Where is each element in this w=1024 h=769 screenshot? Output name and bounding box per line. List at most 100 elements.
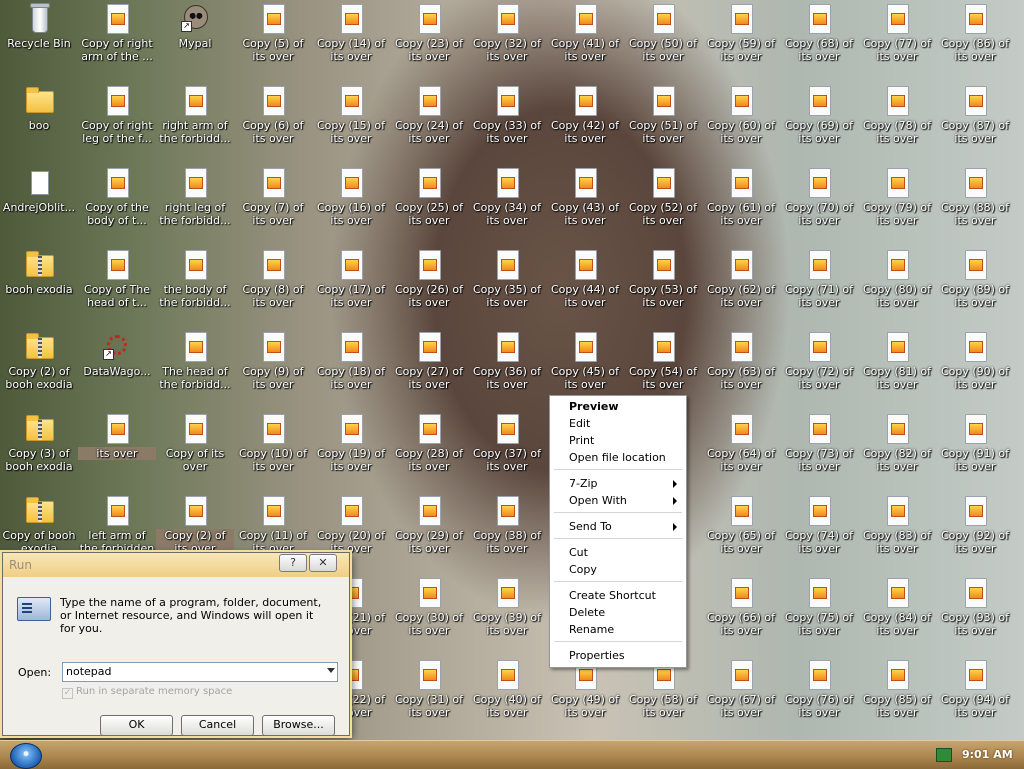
desktop-icon-copy[interactable]: Copy (40) of its over [468, 658, 546, 738]
desktop-icon-copy[interactable]: Copy (18) of its over [312, 330, 390, 410]
desktop-icon-copy[interactable]: Copy (67) of its over [702, 658, 780, 738]
desktop-icon-copy[interactable]: Copy (81) of its over [858, 330, 936, 410]
desktop-icon-copy[interactable]: Copy (49) of its over [546, 658, 624, 738]
desktop-icon-copy[interactable]: Copy (26) of its over [390, 248, 468, 328]
desktop-icon-copy[interactable]: Copy (30) of its over [390, 576, 468, 656]
desktop-icon-copy[interactable]: Copy (32) of its over [468, 2, 546, 82]
desktop-icon-the-body[interactable]: the body of the forbidd... [156, 248, 234, 328]
desktop-icon-copy[interactable]: Copy (50) of its over [624, 2, 702, 82]
desktop-icon-copy-its-over[interactable]: Copy of its over [156, 412, 234, 492]
desktop-icon-copy[interactable]: Copy (33) of its over [468, 84, 546, 164]
desktop-icon-datawago[interactable]: ↗ DataWago... [78, 330, 156, 410]
desktop-icon-copy-right-leg[interactable]: Copy of right leg of the f... [78, 84, 156, 164]
ok-button[interactable]: OK [100, 715, 173, 736]
menu-item-delete[interactable]: Delete [551, 604, 683, 621]
desktop-icon-copy[interactable]: Copy (28) of its over [390, 412, 468, 492]
desktop-icon-copy[interactable]: Copy (84) of its over [858, 576, 936, 656]
chevron-down-icon[interactable] [327, 668, 335, 673]
desktop-icon-copy[interactable]: Copy (42) of its over [546, 84, 624, 164]
desktop-icon-copy[interactable]: Copy (80) of its over [858, 248, 936, 328]
desktop-icon-its-over[interactable]: its over [78, 412, 156, 492]
menu-item-create-shortcut[interactable]: Create Shortcut [551, 587, 683, 604]
menu-item-7zip[interactable]: 7-Zip [551, 475, 683, 492]
desktop-icon-copy[interactable]: Copy (90) of its over [936, 330, 1014, 410]
desktop-icon-copy[interactable]: Copy (94) of its over [936, 658, 1014, 738]
desktop-icon-copy[interactable]: Copy (29) of its over [390, 494, 468, 574]
desktop-icon-copy[interactable]: Copy (59) of its over [702, 2, 780, 82]
desktop-icon-copy[interactable]: Copy (93) of its over [936, 576, 1014, 656]
desktop-icon-copy[interactable]: Copy (91) of its over [936, 412, 1014, 492]
desktop-icon-copy[interactable]: Copy (75) of its over [780, 576, 858, 656]
desktop-icon-copy-3-booh-exodia[interactable]: Copy (3) of booh exodia [0, 412, 78, 492]
desktop-icon-copy[interactable]: Copy (83) of its over [858, 494, 936, 574]
desktop-icon-copy[interactable]: Copy (16) of its over [312, 166, 390, 246]
desktop-icon-copy[interactable]: Copy (23) of its over [390, 2, 468, 82]
desktop-icon-copy[interactable]: Copy (71) of its over [780, 248, 858, 328]
menu-item-copy[interactable]: Copy [551, 561, 683, 578]
desktop-icon-andrejoblit[interactable]: AndrejOblit... [0, 166, 78, 246]
desktop-icon-copy[interactable]: Copy (43) of its over [546, 166, 624, 246]
desktop-icon-copy[interactable]: Copy (39) of its over [468, 576, 546, 656]
desktop-icon-copy[interactable]: Copy (86) of its over [936, 2, 1014, 82]
desktop-icon-copy[interactable]: Copy (7) of its over [234, 166, 312, 246]
desktop-icon-copy[interactable]: Copy (73) of its over [780, 412, 858, 492]
desktop-icon-copy[interactable]: Copy (76) of its over [780, 658, 858, 738]
desktop-icon-copy[interactable]: Copy (36) of its over [468, 330, 546, 410]
network-icon[interactable] [936, 748, 952, 762]
desktop-icon-booh-exodia[interactable]: booh exodia [0, 248, 78, 328]
desktop-icon-copy[interactable]: Copy (38) of its over [468, 494, 546, 574]
menu-item-print[interactable]: Print [551, 432, 683, 449]
desktop-icon-copy[interactable]: Copy (77) of its over [858, 2, 936, 82]
help-button[interactable]: ? [279, 554, 307, 572]
desktop-icon-copy-right-arm[interactable]: Copy of right arm of the ... [78, 2, 156, 82]
desktop-icon-right-arm[interactable]: right arm of the forbidd... [156, 84, 234, 164]
menu-item-cut[interactable]: Cut [551, 544, 683, 561]
desktop-icon-copy[interactable]: Copy (62) of its over [702, 248, 780, 328]
desktop-icon-copy[interactable]: Copy (52) of its over [624, 166, 702, 246]
desktop-icon-copy[interactable]: Copy (63) of its over [702, 330, 780, 410]
desktop-icon-copy[interactable]: Copy (9) of its over [234, 330, 312, 410]
menu-item-preview[interactable]: Preview [551, 398, 683, 415]
desktop-icon-copy[interactable]: Copy (41) of its over [546, 2, 624, 82]
desktop-icon-copy[interactable]: Copy (24) of its over [390, 84, 468, 164]
desktop-icon-copy[interactable]: Copy (68) of its over [780, 2, 858, 82]
menu-item-edit[interactable]: Edit [551, 415, 683, 432]
menu-item-open-with[interactable]: Open With [551, 492, 683, 509]
desktop-icon-copy[interactable]: Copy (65) of its over [702, 494, 780, 574]
desktop-icon-copy[interactable]: Copy (87) of its over [936, 84, 1014, 164]
open-input[interactable] [63, 663, 306, 679]
desktop-icon-copy[interactable]: Copy (70) of its over [780, 166, 858, 246]
clock[interactable]: 9:01 AM [962, 748, 1013, 761]
desktop-icon-copy-head[interactable]: Copy of The head of t... [78, 248, 156, 328]
open-combobox[interactable] [62, 662, 338, 682]
desktop-icon-copy[interactable]: Copy (58) of its over [624, 658, 702, 738]
desktop-icon-copy[interactable]: Copy (6) of its over [234, 84, 312, 164]
desktop-icon-copy[interactable]: Copy (8) of its over [234, 248, 312, 328]
desktop-icon-copy[interactable]: Copy (25) of its over [390, 166, 468, 246]
desktop-icon-copy[interactable]: Copy (53) of its over [624, 248, 702, 328]
desktop-icon-copy[interactable]: Copy (89) of its over [936, 248, 1014, 328]
desktop-icon-copy[interactable]: Copy (92) of its over [936, 494, 1014, 574]
menu-item-open-file-location[interactable]: Open file location [551, 449, 683, 466]
desktop-icon-copy[interactable]: Copy (31) of its over [390, 658, 468, 738]
desktop-icon-copy-2-booh-exodia[interactable]: Copy (2) of booh exodia [0, 330, 78, 410]
desktop-icon-copy[interactable]: Copy (5) of its over [234, 2, 312, 82]
menu-item-send-to[interactable]: Send To [551, 518, 683, 535]
desktop-icon-copy[interactable]: Copy (37) of its over [468, 412, 546, 492]
desktop-icon-copy[interactable]: Copy (51) of its over [624, 84, 702, 164]
desktop-icon-recycle-bin[interactable]: Recycle Bin [0, 2, 78, 82]
desktop-icon-the-head[interactable]: The head of the forbidd... [156, 330, 234, 410]
desktop-icon-copy[interactable]: Copy (85) of its over [858, 658, 936, 738]
desktop-icon-copy[interactable]: Copy (35) of its over [468, 248, 546, 328]
desktop-icon-copy[interactable]: Copy (79) of its over [858, 166, 936, 246]
desktop-icon-right-leg[interactable]: right leg of the forbidd... [156, 166, 234, 246]
run-dialog-titlebar[interactable]: Run ? ✕ [3, 553, 349, 577]
cancel-button[interactable]: Cancel [181, 715, 254, 736]
desktop-icon-copy[interactable]: Copy (14) of its over [312, 2, 390, 82]
desktop-icon-copy[interactable]: Copy (64) of its over [702, 412, 780, 492]
desktop-icon-copy[interactable]: Copy (69) of its over [780, 84, 858, 164]
desktop-icon-copy[interactable]: Copy (72) of its over [780, 330, 858, 410]
start-button[interactable] [10, 743, 42, 769]
desktop-icon-copy-body[interactable]: Copy of the body of t... [78, 166, 156, 246]
close-button[interactable]: ✕ [309, 554, 337, 572]
